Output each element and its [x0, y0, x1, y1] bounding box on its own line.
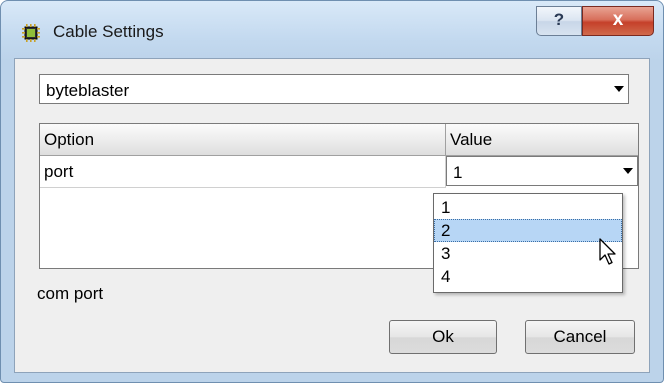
port-value-select[interactable]: 1	[446, 156, 638, 186]
column-header-value[interactable]: Value	[446, 124, 638, 156]
cable-settings-dialog: Cable Settings ? x byteblaster Option Va…	[0, 0, 664, 383]
title-bar[interactable]: Cable Settings ? x	[1, 1, 663, 51]
help-button[interactable]: ?	[536, 6, 582, 36]
chip-icon	[22, 24, 40, 42]
chevron-down-icon[interactable]	[623, 168, 633, 174]
port-value-dropdown-list: 1 2 3 4	[433, 193, 623, 293]
column-header-option[interactable]: Option	[40, 124, 446, 156]
table-cell-option[interactable]: port	[40, 156, 446, 188]
mouse-pointer-icon	[599, 238, 616, 265]
option-description: com port	[37, 284, 104, 303]
dropdown-option-4[interactable]: 4	[434, 265, 622, 288]
window-title: Cable Settings	[53, 22, 164, 41]
dropdown-option-3[interactable]: 3	[434, 242, 622, 265]
cable-type-select[interactable]: byteblaster	[39, 74, 629, 104]
dropdown-option-1[interactable]: 1	[434, 196, 622, 219]
cancel-button[interactable]: Cancel	[525, 320, 635, 354]
cable-type-value: byteblaster	[46, 81, 130, 100]
dropdown-option-2[interactable]: 2	[434, 219, 622, 242]
ok-button[interactable]: Ok	[389, 320, 497, 354]
port-value-current: 1	[453, 163, 463, 182]
chevron-down-icon[interactable]	[614, 86, 624, 92]
close-button[interactable]: x	[582, 6, 654, 36]
